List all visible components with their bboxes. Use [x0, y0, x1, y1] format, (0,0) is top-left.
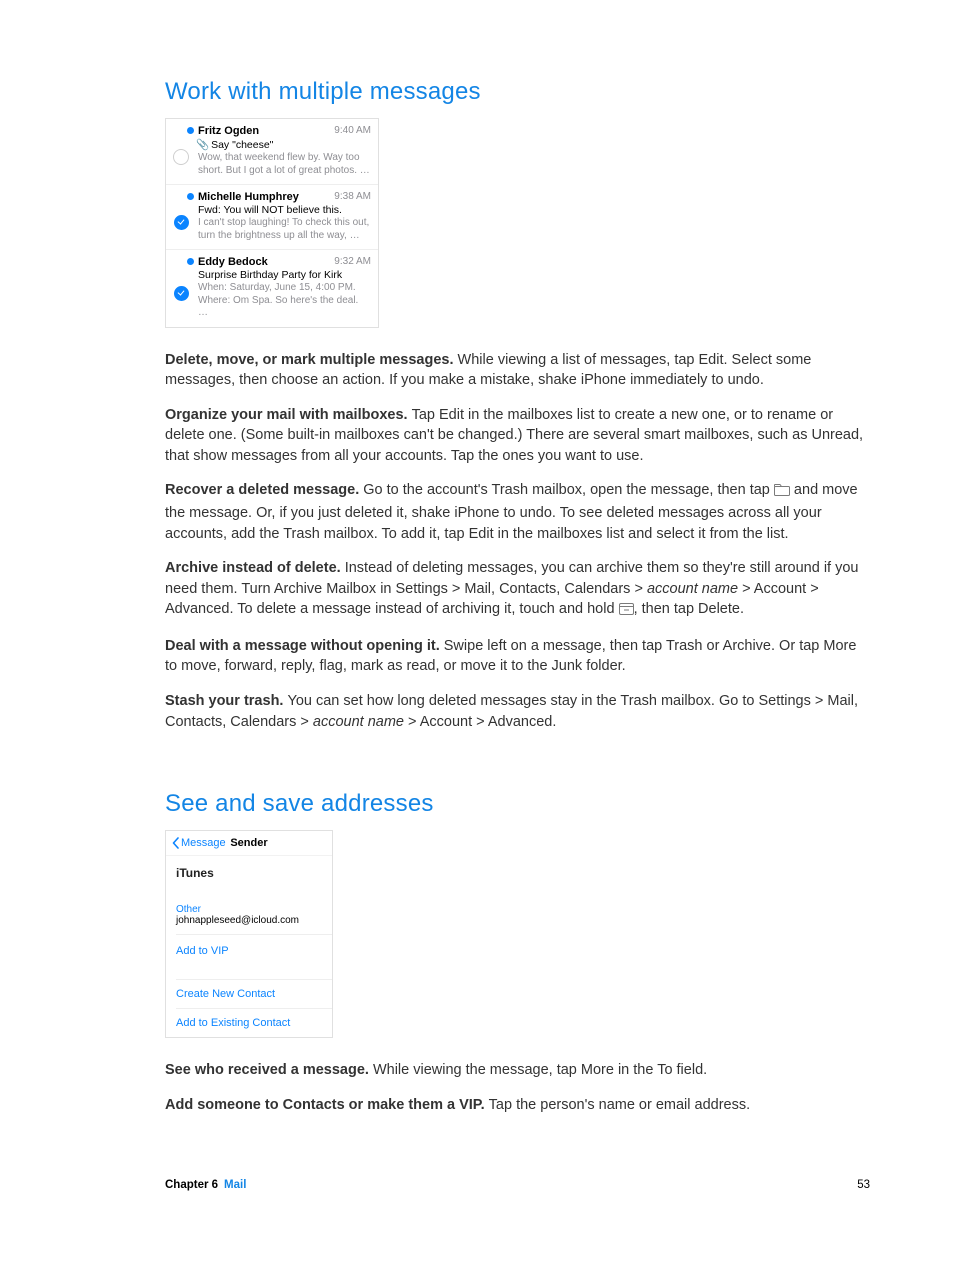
- footer-section: Mail: [224, 1179, 246, 1191]
- mail-time: 9:32 AM: [334, 256, 371, 267]
- folder-icon: [774, 482, 790, 503]
- mail-time: 9:40 AM: [334, 125, 371, 136]
- other-label: Other: [176, 904, 322, 915]
- nav-title: Sender: [166, 837, 332, 849]
- mail-row: Eddy Bedock 9:32 AM Surprise Birthday Pa…: [166, 249, 378, 327]
- unread-dot-icon: [187, 127, 194, 134]
- add-to-existing-contact-link[interactable]: Add to Existing Contact: [166, 1009, 332, 1037]
- sender-name: iTunes: [176, 866, 322, 880]
- mail-subject: Fwd: You will NOT believe this.: [190, 204, 371, 216]
- add-to-vip-link[interactable]: Add to VIP: [166, 935, 332, 967]
- mail-subject: 📎Say "cheese": [190, 138, 371, 151]
- sender-card-mock: Message Sender iTunes Other johnapplesee…: [165, 830, 333, 1038]
- unselected-circle-icon: [173, 149, 189, 165]
- body-paragraph: Recover a deleted message. Go to the acc…: [165, 480, 870, 544]
- mail-preview: I can't stop laughing! To check this out…: [190, 217, 371, 242]
- mail-row: Michelle Humphrey 9:38 AM Fwd: You will …: [166, 184, 378, 249]
- body-paragraph: Archive instead of delete. Instead of de…: [165, 558, 870, 622]
- section-heading: Work with multiple messages: [165, 78, 870, 106]
- mail-subject: Surprise Birthday Party for Kirk: [190, 269, 371, 281]
- page-number: 53: [857, 1179, 870, 1191]
- body-paragraph: See who received a message. While viewin…: [165, 1060, 870, 1081]
- chapter-label: Chapter 6: [165, 1179, 218, 1191]
- body-paragraph: Stash your trash. You can set how long d…: [165, 691, 870, 732]
- unread-dot-icon: [187, 193, 194, 200]
- mail-preview: When: Saturday, June 15, 4:00 PM. Where:…: [190, 282, 371, 320]
- mail-list-mock: Fritz Ogden 9:40 AM 📎Say "cheese" Wow, t…: [165, 118, 379, 328]
- attachment-icon: 📎: [196, 138, 209, 151]
- body-paragraph: Add someone to Contacts or make them a V…: [165, 1095, 870, 1116]
- selected-check-icon: [174, 215, 189, 230]
- page-footer: Chapter 6 Mail 53: [165, 1129, 870, 1221]
- section-heading: See and save addresses: [165, 790, 870, 818]
- unread-dot-icon: [187, 258, 194, 265]
- selected-check-icon: [174, 286, 189, 301]
- mail-preview: Wow, that weekend flew by. Way too short…: [190, 152, 371, 177]
- mail-time: 9:38 AM: [334, 191, 371, 202]
- body-paragraph: Delete, move, or mark multiple messages.…: [165, 350, 870, 391]
- sender-email: johnappleseed@icloud.com: [176, 915, 322, 926]
- body-paragraph: Deal with a message without opening it. …: [165, 636, 870, 677]
- create-new-contact-link[interactable]: Create New Contact: [166, 980, 332, 1008]
- mail-row: Fritz Ogden 9:40 AM 📎Say "cheese" Wow, t…: [166, 119, 378, 184]
- body-paragraph: Organize your mail with mailboxes. Tap E…: [165, 405, 870, 467]
- archive-icon: [619, 601, 634, 622]
